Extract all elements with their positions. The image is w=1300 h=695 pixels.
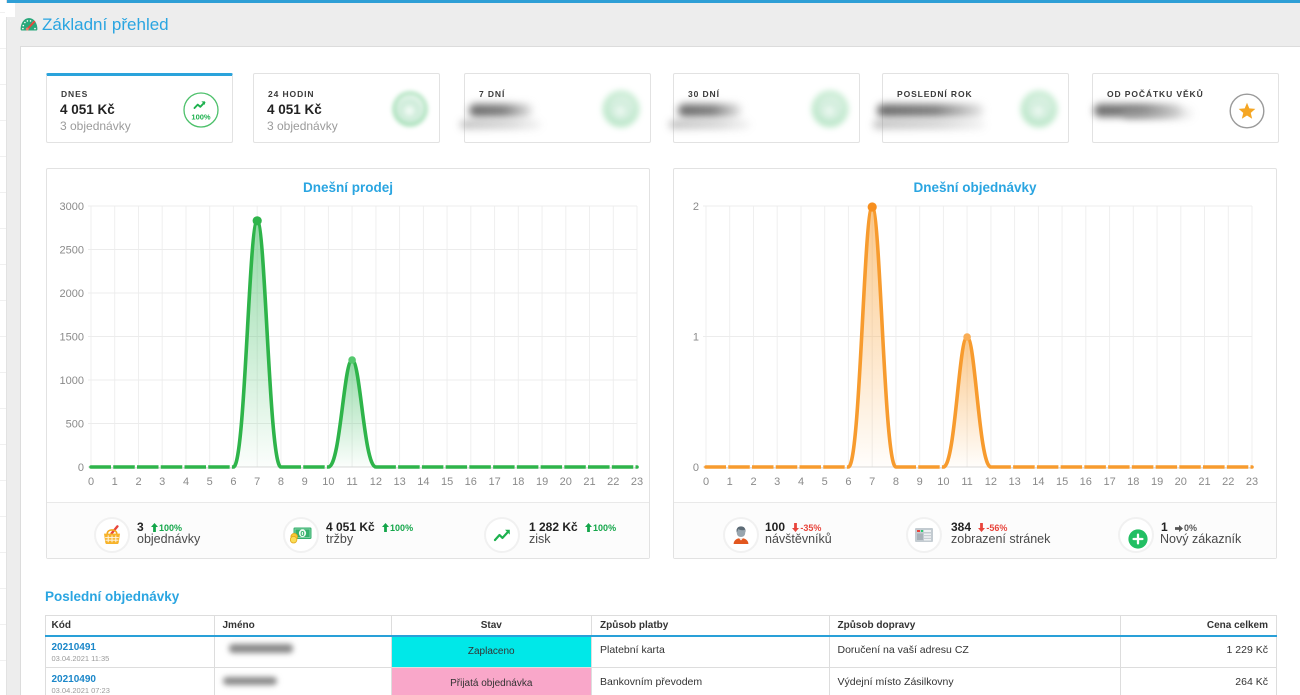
svg-text:0: 0	[703, 476, 709, 488]
svg-text:13: 13	[1008, 476, 1020, 488]
svg-text:15: 15	[441, 476, 453, 488]
svg-text:20: 20	[560, 476, 572, 488]
svg-text:17: 17	[1103, 476, 1115, 488]
svg-text:14: 14	[417, 476, 429, 488]
svg-text:18: 18	[1127, 476, 1139, 488]
svg-text:2500: 2500	[60, 245, 84, 257]
svg-text:2000: 2000	[60, 288, 84, 300]
svg-text:18: 18	[512, 476, 524, 488]
svg-text:10: 10	[322, 476, 334, 488]
svg-text:9: 9	[917, 476, 923, 488]
svg-text:19: 19	[1151, 476, 1163, 488]
svg-text:500: 500	[66, 419, 84, 431]
svg-text:1: 1	[727, 476, 733, 488]
svg-text:5: 5	[822, 476, 828, 488]
svg-text:1: 1	[112, 476, 118, 488]
svg-text:100%: 100%	[191, 112, 211, 121]
svg-text:21: 21	[583, 476, 595, 488]
svg-text:5: 5	[207, 476, 213, 488]
svg-text:16: 16	[465, 476, 477, 488]
svg-text:10: 10	[937, 476, 949, 488]
svg-text:6: 6	[230, 476, 236, 488]
svg-text:22: 22	[607, 476, 619, 488]
svg-text:7: 7	[869, 476, 875, 488]
svg-text:19: 19	[536, 476, 548, 488]
svg-text:21: 21	[1198, 476, 1210, 488]
svg-text:23: 23	[631, 476, 643, 488]
svg-text:3: 3	[159, 476, 165, 488]
svg-text:20: 20	[1175, 476, 1187, 488]
svg-text:22: 22	[1222, 476, 1234, 488]
svg-text:1: 1	[693, 332, 699, 344]
svg-text:2: 2	[693, 201, 699, 213]
svg-text:11: 11	[961, 476, 972, 488]
svg-text:1500: 1500	[60, 332, 84, 344]
svg-text:3: 3	[774, 476, 780, 488]
svg-text:17: 17	[488, 476, 500, 488]
svg-text:14: 14	[1032, 476, 1044, 488]
svg-text:16: 16	[1080, 476, 1092, 488]
svg-text:12: 12	[370, 476, 382, 488]
svg-text:3000: 3000	[60, 201, 84, 213]
svg-text:13: 13	[393, 476, 405, 488]
svg-text:0: 0	[693, 462, 699, 474]
svg-text:8: 8	[893, 476, 899, 488]
svg-text:0: 0	[300, 529, 304, 538]
svg-text:15: 15	[1056, 476, 1068, 488]
svg-text:2: 2	[135, 476, 141, 488]
svg-text:0: 0	[78, 462, 84, 474]
svg-text:4: 4	[798, 476, 804, 488]
svg-text:4: 4	[183, 476, 189, 488]
svg-text:9: 9	[302, 476, 308, 488]
svg-text:12: 12	[985, 476, 997, 488]
svg-text:23: 23	[1246, 476, 1258, 488]
svg-text:1000: 1000	[60, 375, 84, 387]
svg-text:0: 0	[88, 476, 94, 488]
svg-text:11: 11	[346, 476, 357, 488]
svg-text:2: 2	[750, 476, 756, 488]
svg-text:6: 6	[845, 476, 851, 488]
svg-text:8: 8	[278, 476, 284, 488]
svg-text:7: 7	[254, 476, 260, 488]
